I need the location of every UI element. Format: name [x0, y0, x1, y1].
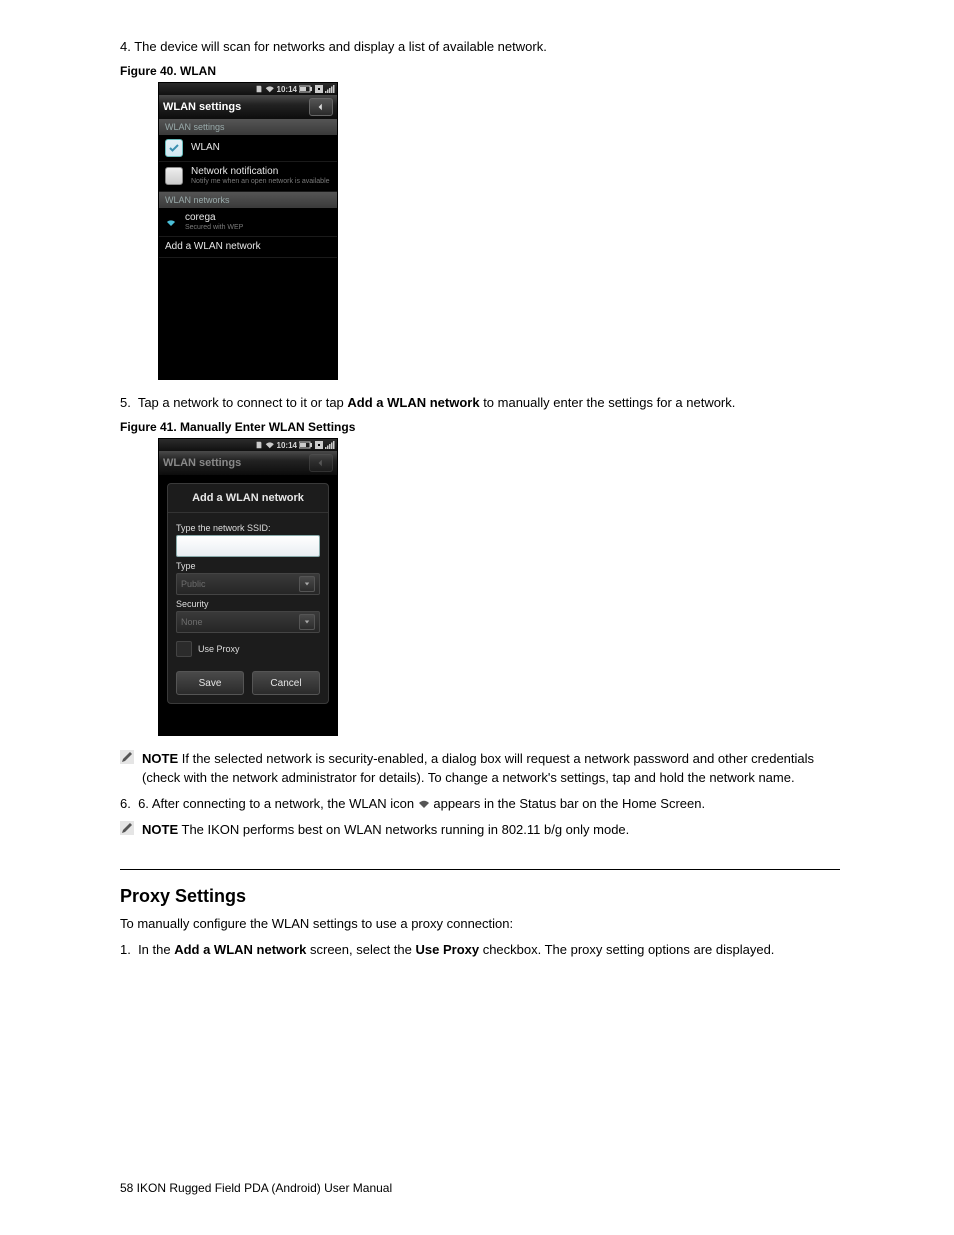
chevron-left-icon — [317, 103, 325, 111]
type-select-value: Public — [181, 579, 206, 589]
section-header-settings: WLAN settings — [159, 119, 337, 135]
note-pencil-icon — [120, 750, 134, 764]
label-type: Type — [176, 561, 320, 571]
note-pencil-icon — [120, 821, 134, 835]
use-proxy-row[interactable]: Use Proxy — [176, 641, 320, 657]
screenshot-add-wlan-dialog: 10:14 WLAN settings Add a WLAN network T… — [158, 438, 338, 736]
proxy-settings-heading: Proxy Settings — [120, 886, 840, 907]
battery-icon — [299, 85, 313, 93]
label-security: Security — [176, 599, 320, 609]
note-text-2: The IKON performs best on WLAN networks … — [182, 822, 630, 837]
dropdown-arrow-icon — [299, 576, 315, 592]
proxy-body: To manually configure the WLAN settings … — [120, 915, 840, 933]
checkbox-unchecked-icon[interactable] — [165, 167, 183, 185]
page-footer: 58 IKON Rugged Field PDA (Android) User … — [120, 1181, 392, 1195]
label-ssid: Type the network SSID: — [176, 523, 320, 533]
screen-title: WLAN settings — [163, 457, 241, 469]
row-notif-label: Network notification — [191, 166, 330, 178]
section-divider — [120, 869, 840, 870]
save-button[interactable]: Save — [176, 671, 244, 695]
row-wlan-label: WLAN — [191, 142, 220, 154]
note-1: NOTE If the selected network is security… — [120, 750, 840, 786]
row-network-notification[interactable]: Network notification Notify me when an o… — [159, 162, 337, 191]
label-use-proxy: Use Proxy — [198, 644, 240, 654]
signal-icon — [325, 85, 335, 93]
row-add-network[interactable]: Add a WLAN network — [159, 237, 337, 258]
note-2: NOTE The IKON performs best on WLAN netw… — [120, 821, 840, 839]
step-4: 4. The device will scan for networks and… — [120, 38, 840, 56]
signal-icon — [325, 441, 335, 449]
proxy-step-1: 1. In the Add a WLAN network screen, sel… — [120, 941, 840, 959]
status-bar: 10:14 — [159, 83, 337, 95]
wifi-icon — [265, 85, 275, 93]
cancel-button[interactable]: Cancel — [252, 671, 320, 695]
row-wlan-toggle[interactable]: WLAN — [159, 135, 337, 162]
section-header-networks: WLAN networks — [159, 192, 337, 208]
step-5: 5. Tap a network to connect to it or tap… — [120, 394, 840, 412]
screen-header: WLAN settings — [159, 95, 337, 119]
screen-title: WLAN settings — [163, 101, 241, 113]
type-select[interactable]: Public — [176, 573, 320, 595]
security-select[interactable]: None — [176, 611, 320, 633]
security-select-value: None — [181, 617, 203, 627]
empty-area — [159, 258, 337, 378]
note-text: If the selected network is security-enab… — [142, 751, 814, 784]
chevron-left-icon — [317, 459, 325, 467]
status-bar: 10:14 — [159, 439, 337, 451]
back-button[interactable] — [309, 98, 333, 116]
checkbox-unchecked-icon[interactable] — [176, 641, 192, 657]
ssid-input[interactable] — [176, 535, 320, 557]
bold-add-network: Add a WLAN network — [347, 395, 479, 410]
note-label: NOTE — [142, 822, 178, 837]
screenshot-wlan-settings: 10:14 WLAN settings WLAN settings WLAN — [158, 82, 338, 380]
dialog-add-wlan: Add a WLAN network Type the network SSID… — [167, 483, 329, 704]
note-label: NOTE — [142, 751, 178, 766]
step-6: 6. 6. After connecting to a network, the… — [120, 795, 840, 813]
figure-caption-40: Figure 40. WLAN — [120, 64, 840, 78]
screen-header: WLAN settings — [159, 451, 337, 475]
status-time: 10:14 — [277, 441, 297, 450]
net-security: Secured with WEP — [185, 224, 243, 232]
battery-icon — [299, 441, 313, 449]
row-notif-sub: Notify me when an open network is availa… — [191, 178, 330, 186]
wifi-icon — [265, 441, 275, 449]
dropdown-arrow-icon — [299, 614, 315, 630]
status-time: 10:14 — [277, 85, 297, 94]
figure-caption-41: Figure 41. Manually Enter WLAN Settings — [120, 420, 840, 434]
sd-card-icon — [255, 85, 263, 93]
back-button — [309, 454, 333, 472]
wifi-small-icon — [165, 216, 177, 228]
row-network-corega[interactable]: corega Secured with WEP — [159, 208, 337, 237]
dialog-title: Add a WLAN network — [168, 484, 328, 513]
sd-card-icon — [255, 441, 263, 449]
checkbox-checked-icon[interactable] — [165, 139, 183, 157]
card-icon — [315, 441, 323, 449]
row-add-label: Add a WLAN network — [165, 241, 261, 253]
wifi-inline-icon — [418, 799, 430, 809]
card-icon — [315, 85, 323, 93]
net-name: corega — [185, 212, 243, 224]
